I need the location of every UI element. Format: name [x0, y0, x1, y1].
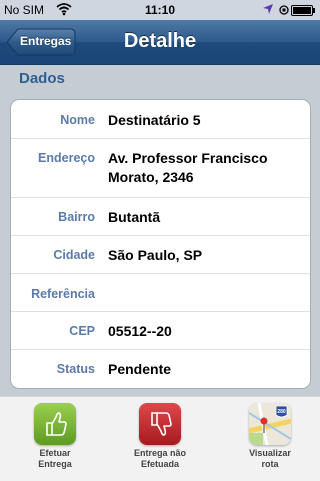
- row-referencia: Referência: [11, 274, 310, 312]
- row-status: Status Pendente: [11, 350, 310, 388]
- label-nome: Nome: [60, 113, 95, 127]
- location-arrow-icon: [262, 3, 274, 18]
- label-cidade: Cidade: [53, 248, 95, 262]
- entrega-nao-efetuada-button[interactable]: Entrega não Efetuada: [112, 401, 208, 470]
- value-cep: 05512--20: [108, 323, 172, 339]
- thumbs-up-icon: [34, 403, 76, 445]
- thumbs-down-icon: [139, 403, 181, 445]
- section-header: Dados: [19, 70, 65, 87]
- efetuar-entrega-label: Efetuar Entrega: [38, 448, 72, 469]
- row-nome: Nome Destinatário 5: [11, 100, 310, 139]
- label-cep: CEP: [69, 324, 95, 338]
- value-status: Pendente: [108, 361, 172, 377]
- row-cep: CEP 05512--20: [11, 312, 310, 350]
- row-cidade: Cidade São Paulo, SP: [11, 236, 310, 274]
- value-bairro: Butantã: [108, 209, 161, 225]
- value-cidade: São Paulo, SP: [108, 247, 203, 263]
- label-status: Status: [56, 362, 95, 376]
- page-title: Detalhe: [123, 30, 197, 52]
- row-endereco: Endereço Av. Professor Francisco Morato,…: [11, 139, 310, 198]
- details-table: Nome Destinatário 5 Endereço Av. Profess…: [10, 99, 311, 389]
- navigation-bar: Entregas Detalhe: [0, 20, 320, 65]
- label-referencia: Referência: [31, 287, 95, 301]
- efetuar-entrega-button[interactable]: Efetuar Entrega: [7, 401, 103, 470]
- value-endereco: Av. Professor Francisco Morato, 2346: [108, 150, 268, 185]
- battery-icon: [291, 5, 316, 19]
- bottom-toolbar: Efetuar Entrega Entrega não Efetuada 280: [0, 396, 320, 481]
- entrega-nao-efetuada-label: Entrega não Efetuada: [133, 448, 186, 469]
- visualizar-rota-label: Visualizar rota: [249, 448, 291, 469]
- map-badge-text: 280: [277, 409, 286, 415]
- label-bairro: Bairro: [58, 210, 95, 224]
- label-endereco: Endereço: [38, 151, 95, 165]
- visualizar-rota-button[interactable]: 280 Visualizar rota: [222, 401, 318, 470]
- row-bairro: Bairro Butantã: [11, 198, 310, 236]
- orientation-lock-icon: [279, 4, 289, 18]
- status-bar: No SIM 11:10: [0, 0, 320, 20]
- value-nome: Destinatário 5: [108, 112, 201, 128]
- map-icon: 280: [249, 403, 291, 445]
